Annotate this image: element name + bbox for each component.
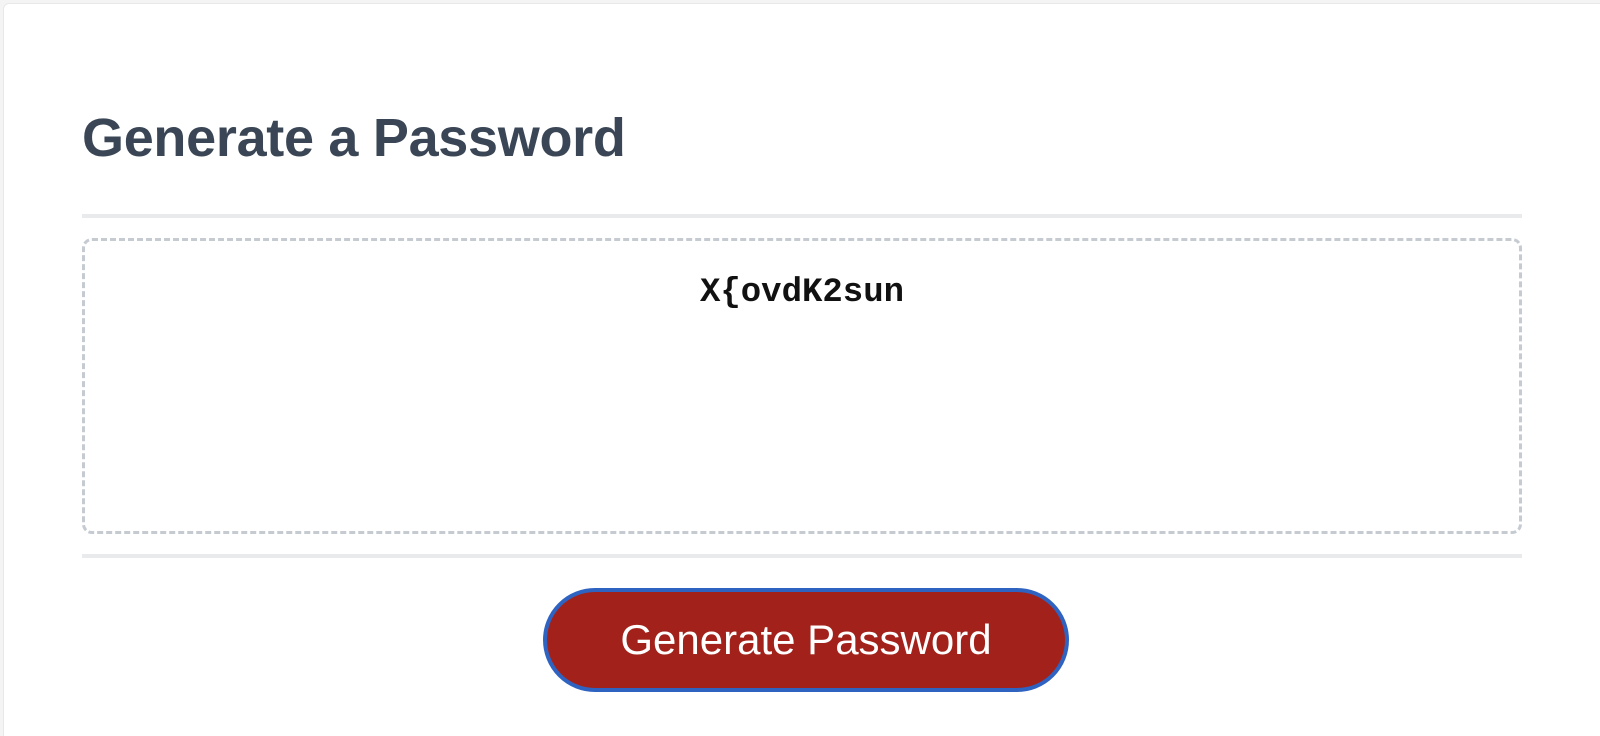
divider-top <box>82 214 1522 218</box>
page-title: Generate a Password <box>82 108 626 168</box>
divider-bottom <box>82 554 1522 558</box>
password-output[interactable]: X{ovdK2sun <box>82 238 1522 534</box>
generate-password-button[interactable]: Generate Password <box>543 588 1069 692</box>
